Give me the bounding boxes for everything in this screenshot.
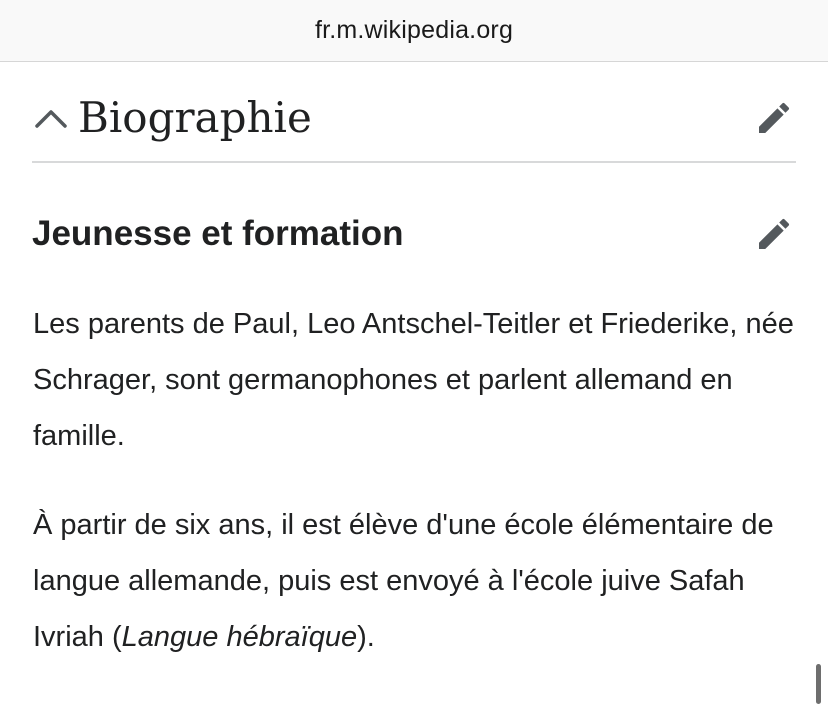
section-header-biographie[interactable]: Biographie — [32, 74, 796, 163]
pencil-icon[interactable] — [752, 212, 796, 256]
section-title: Biographie — [78, 93, 312, 142]
paragraph-text: ). — [357, 621, 375, 653]
chevron-up-icon[interactable] — [32, 98, 70, 138]
scrollbar[interactable] — [816, 664, 821, 704]
paragraph: À partir de six ans, il est élève d'une … — [33, 497, 803, 665]
italic-text: Langue hébraïque — [121, 621, 358, 653]
browser-url-bar[interactable]: fr.m.wikipedia.org — [0, 0, 828, 62]
pencil-icon[interactable] — [752, 96, 796, 140]
subsection-title: Jeunesse et formation — [32, 214, 404, 253]
url-text[interactable]: fr.m.wikipedia.org — [315, 16, 513, 45]
subsection-header: Jeunesse et formation — [32, 206, 796, 262]
paragraph: Les parents de Paul, Leo Antschel-Teitle… — [33, 308, 794, 452]
